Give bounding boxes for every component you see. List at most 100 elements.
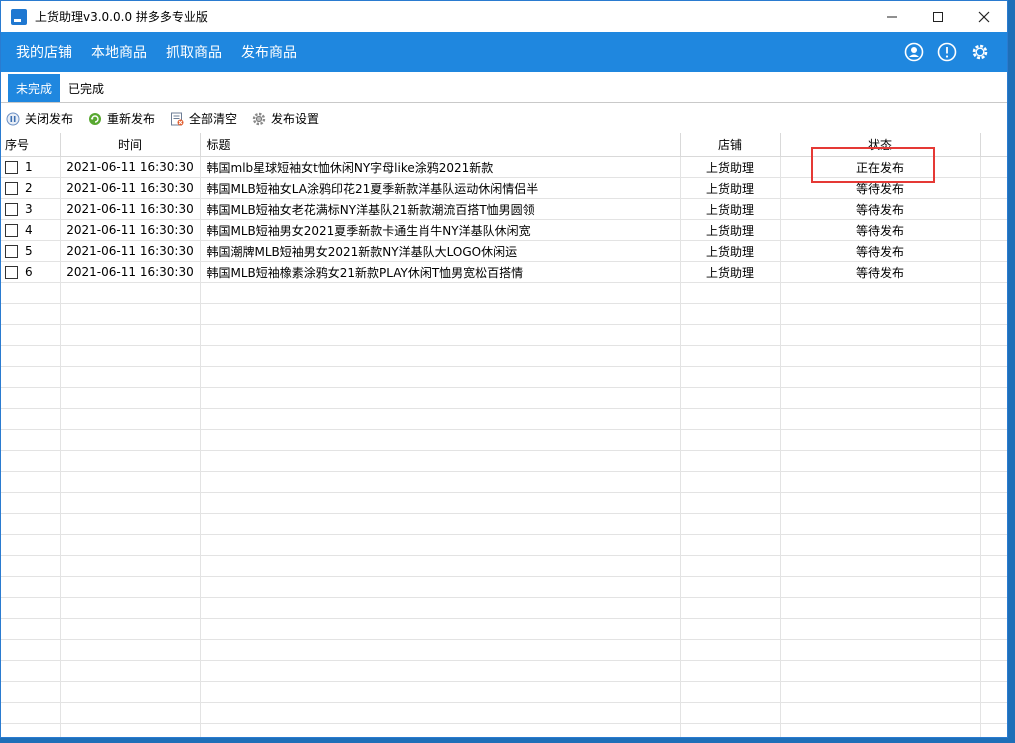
cell-seq: [1, 681, 61, 703]
cell-status: [780, 408, 981, 430]
cell-shop: [680, 303, 781, 325]
table-row[interactable]: 6 2021-06-11 16:30:30 韩国MLB短袖橡素涂鸦女21新款PLAY…: [1, 261, 1007, 283]
cell-seq: [1, 450, 61, 472]
table-row[interactable]: 5 2021-06-11 16:30:30 韩国潮牌MLB短袖男女2021新款NY洋…: [1, 240, 1007, 262]
cell-title: [200, 681, 681, 703]
cell-shop: 上货助理: [680, 156, 781, 178]
cell-filler: [980, 387, 1007, 409]
cell-shop-text: 上货助理: [705, 160, 754, 175]
table-row[interactable]: 4 2021-06-11 16:30:30 韩国MLB短袖男女2021夏季新款卡通生…: [1, 219, 1007, 241]
col-header-title[interactable]: 标题: [200, 133, 681, 157]
user-icon[interactable]: [903, 41, 925, 63]
row-checkbox[interactable]: [5, 245, 18, 258]
cell-filler: [980, 366, 1007, 388]
row-checkbox[interactable]: [5, 161, 18, 174]
cell-shop: [680, 576, 781, 598]
menu-grab-products[interactable]: 抓取商品: [166, 42, 222, 62]
settings-icon[interactable]: [969, 41, 991, 63]
cell-seq: 5: [1, 240, 61, 262]
cell-title: [200, 324, 681, 346]
publish-settings-button[interactable]: 发布设置: [251, 110, 319, 127]
cell-title: [200, 597, 681, 619]
cell-title-text: 韩国mlb星球短袖女t恤休闲NY字母like涂鸦2021新款: [206, 160, 494, 175]
cell-title: 韩国MLB短袖橡素涂鸦女21新款PLAY休闲T恤男宽松百搭情: [200, 261, 681, 283]
cell-time: [60, 345, 201, 367]
empty-row: [1, 702, 1007, 724]
clear-icon: [169, 111, 185, 127]
cell-title: [200, 471, 681, 493]
maximize-button[interactable]: [915, 1, 961, 32]
cell-status: [780, 660, 981, 682]
cell-status: 等待发布: [780, 261, 981, 283]
cell-title: 韩国潮牌MLB短袖男女2021新款NY洋基队大LOGO休闲运: [200, 240, 681, 262]
cell-shop-text: 上货助理: [705, 181, 754, 196]
cell-seq: [1, 324, 61, 346]
cell-status: [780, 450, 981, 472]
cell-title: [200, 492, 681, 514]
cell-title: [200, 282, 681, 304]
cell-time: 2021-06-11 16:30:30: [60, 177, 201, 199]
cell-seq: [1, 282, 61, 304]
cell-title-text: 韩国潮牌MLB短袖男女2021新款NY洋基队大LOGO休闲运: [206, 244, 518, 259]
row-checkbox[interactable]: [5, 266, 18, 279]
cell-time-text: 2021-06-11 16:30:30: [66, 265, 194, 279]
empty-row: [1, 450, 1007, 472]
col-header-seq[interactable]: 序号: [1, 133, 61, 157]
cell-title: [200, 660, 681, 682]
cell-shop: 上货助理: [680, 261, 781, 283]
cell-title-text: 韩国MLB短袖女老花满标NY洋基队21新款潮流百搭T恤男圆领: [206, 202, 535, 217]
row-checkbox[interactable]: [5, 182, 18, 195]
row-checkbox[interactable]: [5, 203, 18, 216]
tab-unfinished[interactable]: 未完成: [8, 74, 61, 102]
cell-filler: [980, 345, 1007, 367]
cell-time: [60, 282, 201, 304]
tab-finished[interactable]: 已完成: [60, 74, 113, 102]
menu-my-shop[interactable]: 我的店铺: [16, 42, 72, 62]
row-checkbox[interactable]: [5, 224, 18, 237]
cell-shop: [680, 555, 781, 577]
cell-time: [60, 429, 201, 451]
cell-time: 2021-06-11 16:30:30: [60, 198, 201, 220]
empty-row: [1, 471, 1007, 493]
cell-shop: [680, 702, 781, 724]
menu-publish-products[interactable]: 发布商品: [241, 42, 297, 62]
cell-shop: [680, 534, 781, 556]
cell-seq: [1, 408, 61, 430]
table-row[interactable]: 3 2021-06-11 16:30:30 韩国MLB短袖女老花满标NY洋基队21新…: [1, 198, 1007, 220]
cell-status: 等待发布: [780, 219, 981, 241]
cell-title-text: 韩国MLB短袖橡素涂鸦女21新款PLAY休闲T恤男宽松百搭情: [206, 265, 524, 280]
clear-all-button[interactable]: 全部清空: [169, 110, 237, 127]
cell-title: [200, 408, 681, 430]
cell-seq: [1, 345, 61, 367]
cell-status: 等待发布: [780, 240, 981, 262]
cell-title-text: 韩国MLB短袖男女2021夏季新款卡通生肖牛NY洋基队休闲宽: [206, 223, 531, 238]
info-icon[interactable]: [936, 41, 958, 63]
col-header-shop[interactable]: 店铺: [680, 133, 781, 157]
tab-bar: 未完成 已完成: [1, 72, 1007, 103]
cell-shop-text: 上货助理: [705, 223, 754, 238]
cell-title: [200, 639, 681, 661]
cell-title: [200, 534, 681, 556]
minimize-button[interactable]: [869, 1, 915, 32]
empty-row: [1, 555, 1007, 577]
maximize-icon: [933, 11, 943, 22]
cell-filler: [980, 177, 1007, 199]
cell-time: [60, 723, 201, 737]
cell-filler: [980, 219, 1007, 241]
menu-local-products[interactable]: 本地商品: [91, 42, 147, 62]
empty-row: [1, 534, 1007, 556]
cell-shop: 上货助理: [680, 240, 781, 262]
cell-time: [60, 513, 201, 535]
refresh-icon: [87, 111, 103, 127]
cell-time-text: 2021-06-11 16:30:30: [66, 223, 194, 237]
close-button[interactable]: [961, 1, 1007, 32]
cell-shop: [680, 723, 781, 737]
cell-shop: [680, 387, 781, 409]
publish-settings-label: 发布设置: [271, 112, 320, 126]
republish-button[interactable]: 重新发布: [87, 110, 155, 127]
cell-status-text: 等待发布: [855, 244, 904, 259]
cell-shop: [680, 282, 781, 304]
close-publish-button[interactable]: 关闭发布: [5, 110, 73, 127]
col-header-time[interactable]: 时间: [60, 133, 201, 157]
cell-shop: [680, 618, 781, 640]
